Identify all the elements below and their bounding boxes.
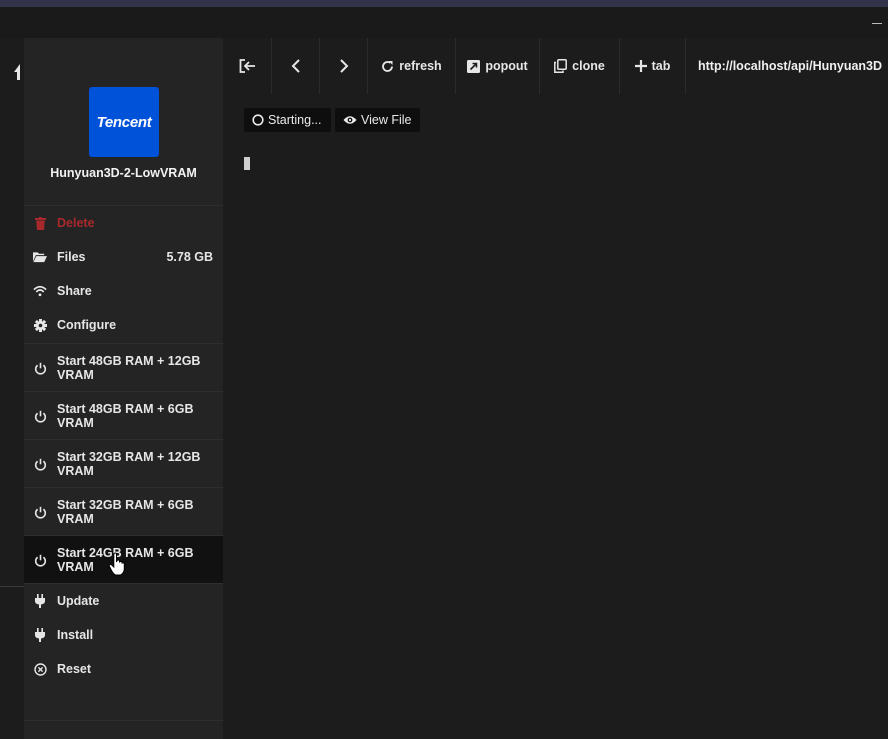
divider xyxy=(24,583,223,584)
folder-open-icon xyxy=(33,250,47,264)
sidebar-item-start-48-6[interactable]: Start 48GB RAM + 6GB VRAM xyxy=(24,391,223,440)
divider xyxy=(24,720,223,721)
sidebar: Tencent Hunyuan3D-2-LowVRAM Delete Files… xyxy=(24,38,223,739)
sidebar-item-label: Start 48GB RAM + 6GB VRAM xyxy=(57,402,194,430)
left-strip xyxy=(0,38,24,739)
sidebar-item-label: Files xyxy=(57,250,86,264)
refresh-icon xyxy=(381,60,394,73)
power-icon xyxy=(33,409,47,423)
sidebar-item-label: Configure xyxy=(57,318,117,332)
power-icon xyxy=(33,505,47,519)
sidebar-item-label: Start 32GB RAM + 6GB VRAM xyxy=(57,498,194,526)
clone-icon xyxy=(554,59,568,73)
strip-divider xyxy=(0,586,24,587)
sidebar-item-files[interactable]: Files 5.78 GB xyxy=(24,250,223,264)
mouse-pointer-icon xyxy=(108,552,126,576)
window-top-strip xyxy=(0,0,888,7)
files-size: 5.78 GB xyxy=(166,250,213,264)
sidebar-item-configure[interactable]: Configure xyxy=(24,318,223,332)
sidebar-item-label: Share xyxy=(57,284,92,298)
sidebar-item-install[interactable]: Install xyxy=(24,628,223,642)
view-file-label: View File xyxy=(361,113,412,127)
minimize-button[interactable] xyxy=(872,17,884,29)
title-bar xyxy=(0,7,888,38)
sidebar-item-label: Install xyxy=(57,628,94,642)
terminal-cursor xyxy=(244,157,250,170)
sidebar-item-start-32-6[interactable]: Start 32GB RAM + 6GB VRAM xyxy=(24,487,223,536)
sidebar-item-start-48-12[interactable]: Start 48GB RAM + 12GB VRAM xyxy=(24,343,223,392)
popout-button[interactable]: popout xyxy=(456,38,540,94)
clone-label: clone xyxy=(572,59,605,73)
power-icon xyxy=(33,361,47,375)
popout-icon xyxy=(467,59,481,73)
status-button[interactable]: Starting... xyxy=(244,108,331,132)
trash-icon xyxy=(33,216,47,230)
app-title: Hunyuan3D-2-LowVRAM xyxy=(50,166,197,180)
spinner-icon xyxy=(252,114,264,126)
wifi-icon xyxy=(33,284,47,298)
circle-x-icon xyxy=(33,662,47,676)
plus-icon xyxy=(634,60,647,72)
plug-icon xyxy=(33,628,47,642)
sidebar-item-share[interactable]: Share xyxy=(24,284,223,298)
sidebar-item-update[interactable]: Update xyxy=(24,594,223,608)
exit-button[interactable] xyxy=(224,38,272,94)
sidebar-item-delete[interactable]: Delete xyxy=(24,216,223,230)
sidebar-item-label: Delete xyxy=(57,216,95,230)
sidebar-item-label: Start 24GB RAM + 6GB VRAM xyxy=(57,546,194,574)
main-content: Starting... View File xyxy=(224,94,888,739)
nav-back-icon[interactable] xyxy=(10,63,24,81)
sidebar-item-label: Reset xyxy=(57,662,92,676)
power-icon xyxy=(33,553,47,567)
chevron-left-icon xyxy=(291,59,301,73)
browser-toolbar: refresh popout clone tab http://localhos… xyxy=(224,38,888,94)
app-logo: Tencent xyxy=(89,87,159,157)
sidebar-item-reset[interactable]: Reset xyxy=(24,662,223,676)
sidebar-item-label: Start 32GB RAM + 12GB VRAM xyxy=(57,450,201,478)
sidebar-item-label: Update xyxy=(57,594,100,608)
back-button[interactable] xyxy=(272,38,320,94)
forward-button[interactable] xyxy=(320,38,368,94)
popout-label: popout xyxy=(485,59,528,73)
chevron-right-icon xyxy=(339,59,349,73)
url-display[interactable]: http://localhost/api/Hunyuan3D xyxy=(686,38,888,94)
divider xyxy=(24,205,223,206)
view-file-button[interactable]: View File xyxy=(335,108,421,132)
gear-icon xyxy=(33,318,47,332)
refresh-button[interactable]: refresh xyxy=(368,38,456,94)
sidebar-item-label: Start 48GB RAM + 12GB VRAM xyxy=(57,354,201,382)
new-tab-button[interactable]: tab xyxy=(620,38,686,94)
plug-icon xyxy=(33,594,47,608)
exit-icon xyxy=(239,59,256,73)
clone-button[interactable]: clone xyxy=(540,38,620,94)
eye-icon xyxy=(343,115,357,125)
tab-label: tab xyxy=(651,59,671,73)
sidebar-item-start-32-12[interactable]: Start 32GB RAM + 12GB VRAM xyxy=(24,439,223,488)
status-label: Starting... xyxy=(268,113,322,127)
power-icon xyxy=(33,457,47,471)
logo-text: Tencent xyxy=(96,113,152,131)
refresh-label: refresh xyxy=(399,59,442,73)
